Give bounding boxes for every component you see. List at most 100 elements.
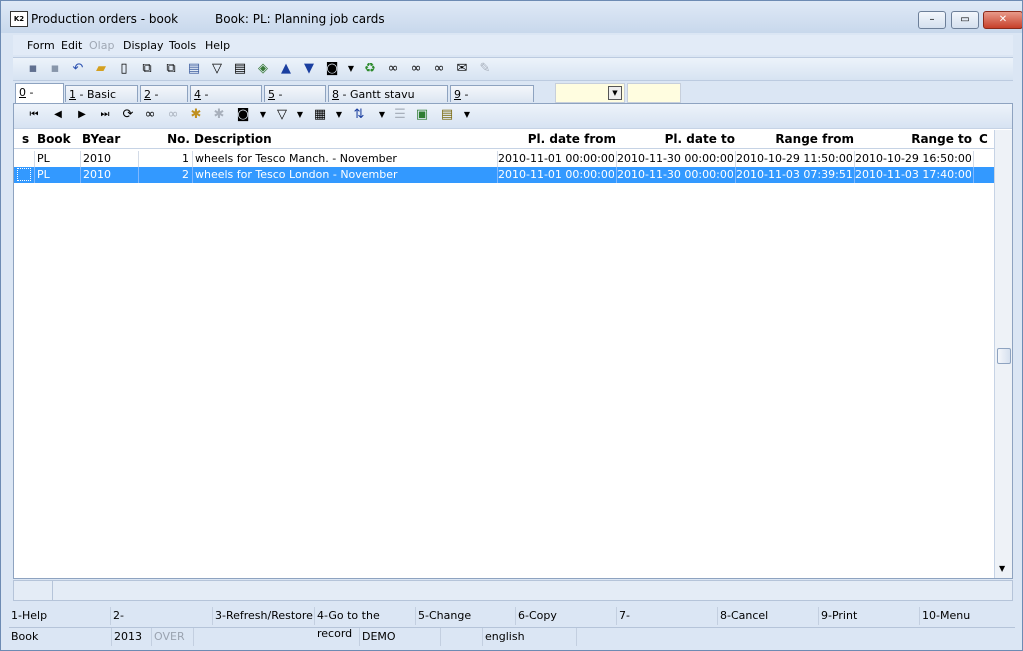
- cell-book: PL: [37, 152, 50, 165]
- status-empty-1: [194, 628, 360, 646]
- cell-description: wheels for Tesco London - November: [195, 168, 398, 181]
- arrow-down-icon[interactable]: ▼: [301, 61, 317, 77]
- undo-icon[interactable]: ↶: [70, 61, 86, 77]
- grid-filter-dropdown-icon[interactable]: ▼: [292, 107, 308, 123]
- next-record-icon[interactable]: ▶: [74, 107, 90, 123]
- open-folder-icon[interactable]: ▰: [93, 61, 109, 77]
- menu-help[interactable]: Help: [205, 39, 230, 52]
- fkey-copy[interactable]: 6-Copy: [516, 607, 617, 625]
- row-selector[interactable]: [17, 168, 31, 181]
- columns-icon[interactable]: ▦: [312, 107, 328, 123]
- book-combo[interactable]: ▼: [555, 83, 625, 103]
- save-as-icon[interactable]: ▪: [47, 61, 63, 77]
- refresh-icon[interactable]: ⟳: [120, 107, 136, 123]
- report-icon[interactable]: ▤: [439, 107, 455, 123]
- fkey-change[interactable]: 5-Change: [416, 607, 516, 625]
- binoculars-next-icon[interactable]: ∞: [408, 61, 424, 77]
- grid-camera-icon[interactable]: ◙: [235, 107, 251, 123]
- filter-list-icon[interactable]: ▤: [232, 61, 248, 77]
- col-no-header[interactable]: No.: [140, 132, 190, 146]
- function-keys-bar: 1-Help 2- 3-Refresh/Restore 4-Go to the …: [9, 607, 1015, 640]
- excel-export-icon[interactable]: ▣: [414, 107, 430, 123]
- fkey-menu[interactable]: 10-Menu: [920, 607, 1015, 625]
- new-document-icon[interactable]: ▯: [116, 61, 132, 77]
- tab-costing[interactable]: 5 - Costing: [264, 85, 326, 118]
- tab-attachments[interactable]: 9 - Attachments: [450, 85, 534, 118]
- menu-display[interactable]: Display: [123, 39, 164, 52]
- col-description-header[interactable]: Description: [194, 132, 272, 146]
- arrow-up-icon[interactable]: ▲: [278, 61, 294, 77]
- fkey-goto-record[interactable]: 4-Go to the record: [315, 607, 416, 640]
- grid-toolbar: ⏮ ◀ ▶ ⏭ ⟳ ∞ ∞ ✱ ✱ ◙ ▼ ▽ ▼ ▦ ▼ ⇅ ▼ ☰ ▣ ▤ …: [14, 104, 1012, 129]
- tab-basic-data[interactable]: 1 - Basic data: [65, 85, 138, 118]
- fkey-print[interactable]: 9-Print: [819, 607, 920, 625]
- cell-range-to: 2010-10-29 16:50:00: [855, 152, 971, 165]
- cell-no: 1: [182, 152, 189, 165]
- table-row[interactable]: PL 2010 1 wheels for Tesco Manch. - Nove…: [14, 151, 994, 167]
- dropdown-icon[interactable]: ▼: [343, 61, 359, 77]
- camera-icon[interactable]: ◙: [324, 61, 340, 77]
- col-book-header[interactable]: Book: [37, 132, 71, 146]
- save-icon[interactable]: ▪: [25, 61, 41, 77]
- close-button[interactable]: ✕: [983, 11, 1022, 29]
- recycle-icon[interactable]: ♻: [362, 61, 378, 77]
- app-icon: K2: [10, 11, 28, 27]
- filter-field[interactable]: [627, 83, 681, 103]
- last-record-icon[interactable]: ⏭: [97, 107, 113, 123]
- col-range-to-header[interactable]: Range to: [856, 132, 972, 146]
- col-range-from-header[interactable]: Range from: [737, 132, 854, 146]
- col-pl-date-from-header[interactable]: Pl. date from: [498, 132, 616, 146]
- title-bar[interactable]: K2 Production orders - book Book: PL: Pl…: [1, 1, 1022, 33]
- tab-book[interactable]: 0 - Book: [15, 83, 64, 116]
- status-demo: DEMO: [360, 628, 441, 646]
- window-title: Production orders - book: [31, 12, 179, 26]
- binoculars-icon[interactable]: ∞: [385, 61, 401, 77]
- stack-icon[interactable]: ◈: [255, 61, 271, 77]
- report-dropdown-icon[interactable]: ▼: [459, 107, 475, 123]
- fkey-cancel[interactable]: 8-Cancel: [718, 607, 819, 625]
- fkey-7[interactable]: 7-: [617, 607, 718, 625]
- sort-dropdown-icon[interactable]: ▼: [374, 107, 390, 123]
- binoculars-prev-icon[interactable]: ∞: [431, 61, 447, 77]
- grid-camera-dropdown-icon[interactable]: ▼: [255, 107, 271, 123]
- status-year: 2013: [112, 628, 152, 646]
- fkey-2[interactable]: 2-: [111, 607, 213, 625]
- grid-binoculars-icon[interactable]: ∞: [142, 107, 158, 123]
- tab-execution[interactable]: 4 - Execution: [190, 85, 262, 118]
- table-row-selected[interactable]: PL 2010 2 wheels for Tesco London - Nove…: [14, 167, 994, 183]
- mail-icon[interactable]: ✉: [454, 61, 470, 77]
- cell-no: 2: [182, 168, 189, 181]
- paste-icon[interactable]: ⧉: [163, 61, 179, 77]
- menu-tools[interactable]: Tools: [169, 39, 196, 52]
- book-icon[interactable]: ▤: [186, 61, 202, 77]
- copy-icon[interactable]: ⧉: [139, 61, 155, 77]
- fkey-help[interactable]: 1-Help: [9, 607, 111, 625]
- columns-dropdown-icon[interactable]: ▼: [331, 107, 347, 123]
- menu-edit[interactable]: Edit: [61, 39, 82, 52]
- col-s-header[interactable]: s: [22, 132, 29, 146]
- main-toolbar: ▪ ▪ ↶ ▰ ▯ ⧉ ⧉ ▤ ▽ ▤ ◈ ▲ ▼ ◙ ▼ ♻ ∞ ∞ ∞ ✉ …: [13, 57, 1013, 81]
- tab-plan[interactable]: 2 - Plan: [140, 85, 188, 118]
- fkey-refresh[interactable]: 3-Refresh/Restore: [213, 607, 315, 625]
- sort-icon[interactable]: ⇅: [351, 107, 367, 123]
- edit-disabled-icon: ✎: [479, 61, 491, 76]
- menu-form[interactable]: Form: [27, 39, 55, 52]
- add-star-icon[interactable]: ✱: [188, 107, 204, 123]
- status-empty-2: [441, 628, 483, 646]
- prev-record-icon[interactable]: ◀: [50, 107, 66, 123]
- combo-dropdown-icon[interactable]: ▼: [608, 86, 622, 100]
- first-record-icon[interactable]: ⏮: [26, 107, 42, 123]
- tab-gantt[interactable]: 8 - Gantt stavu výroby: [328, 85, 448, 118]
- minimize-button[interactable]: –: [918, 11, 946, 29]
- maximize-button[interactable]: ▭: [951, 11, 979, 29]
- info-bar: [13, 580, 1013, 601]
- scrollbar-thumb[interactable]: [997, 348, 1011, 364]
- col-pl-date-to-header[interactable]: Pl. date to: [618, 132, 735, 146]
- col-byear-header[interactable]: BYear: [82, 132, 120, 146]
- col-c-header[interactable]: C: [979, 132, 988, 146]
- vertical-scrollbar[interactable]: ▼: [994, 130, 1012, 578]
- filter-icon[interactable]: ▽: [209, 61, 225, 77]
- grid-filter-icon[interactable]: ▽: [274, 107, 290, 123]
- cell-pl-date-from: 2010-11-01 00:00:00: [498, 152, 614, 165]
- scroll-down-icon[interactable]: ▼: [999, 564, 1005, 573]
